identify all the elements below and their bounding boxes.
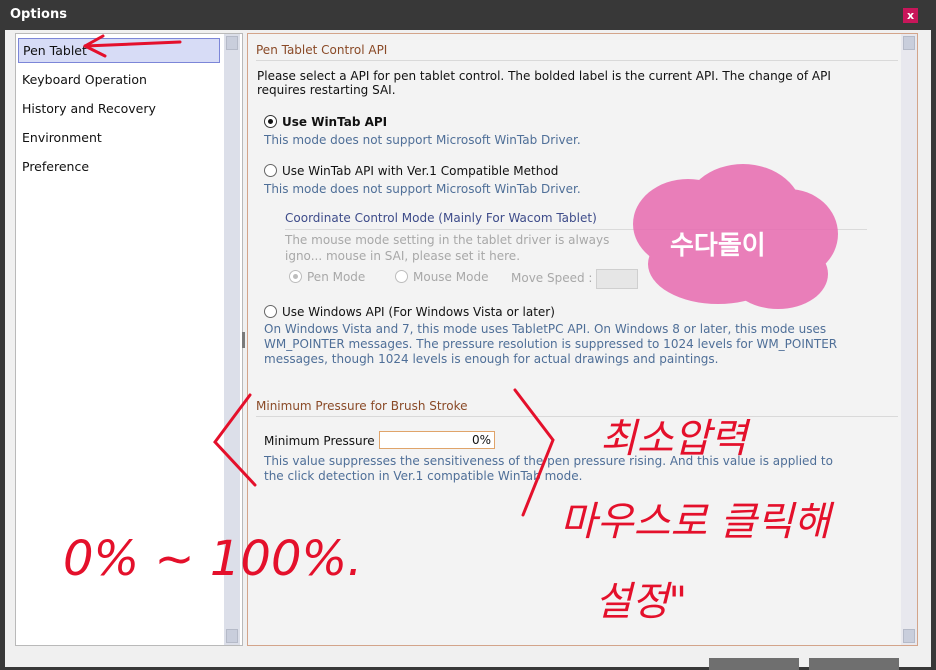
handwritten-annotations: 0% ~ 100%. 최소압력 마우스로 클릭해 설정" [63, 34, 835, 625]
client-area: Pen Tablet Keyboard Operation History an… [5, 30, 931, 670]
window-title: Options [10, 7, 67, 22]
range-annotation: 0% ~ 100%. [63, 531, 362, 587]
annotation-korean-3: 설정" [595, 579, 687, 625]
close-icon[interactable]: x [903, 8, 918, 23]
arrow-shaft [83, 40, 182, 48]
annotation-korean-1: 최소압력 [600, 416, 751, 462]
options-window: Options x Pen Tablet Keyboard Operation … [0, 0, 936, 670]
right-bracket [513, 388, 555, 517]
annotation-korean-2: 마우스로 클릭해 [560, 499, 835, 545]
title-bar: Options x [0, 0, 936, 30]
left-bracket [213, 393, 257, 487]
